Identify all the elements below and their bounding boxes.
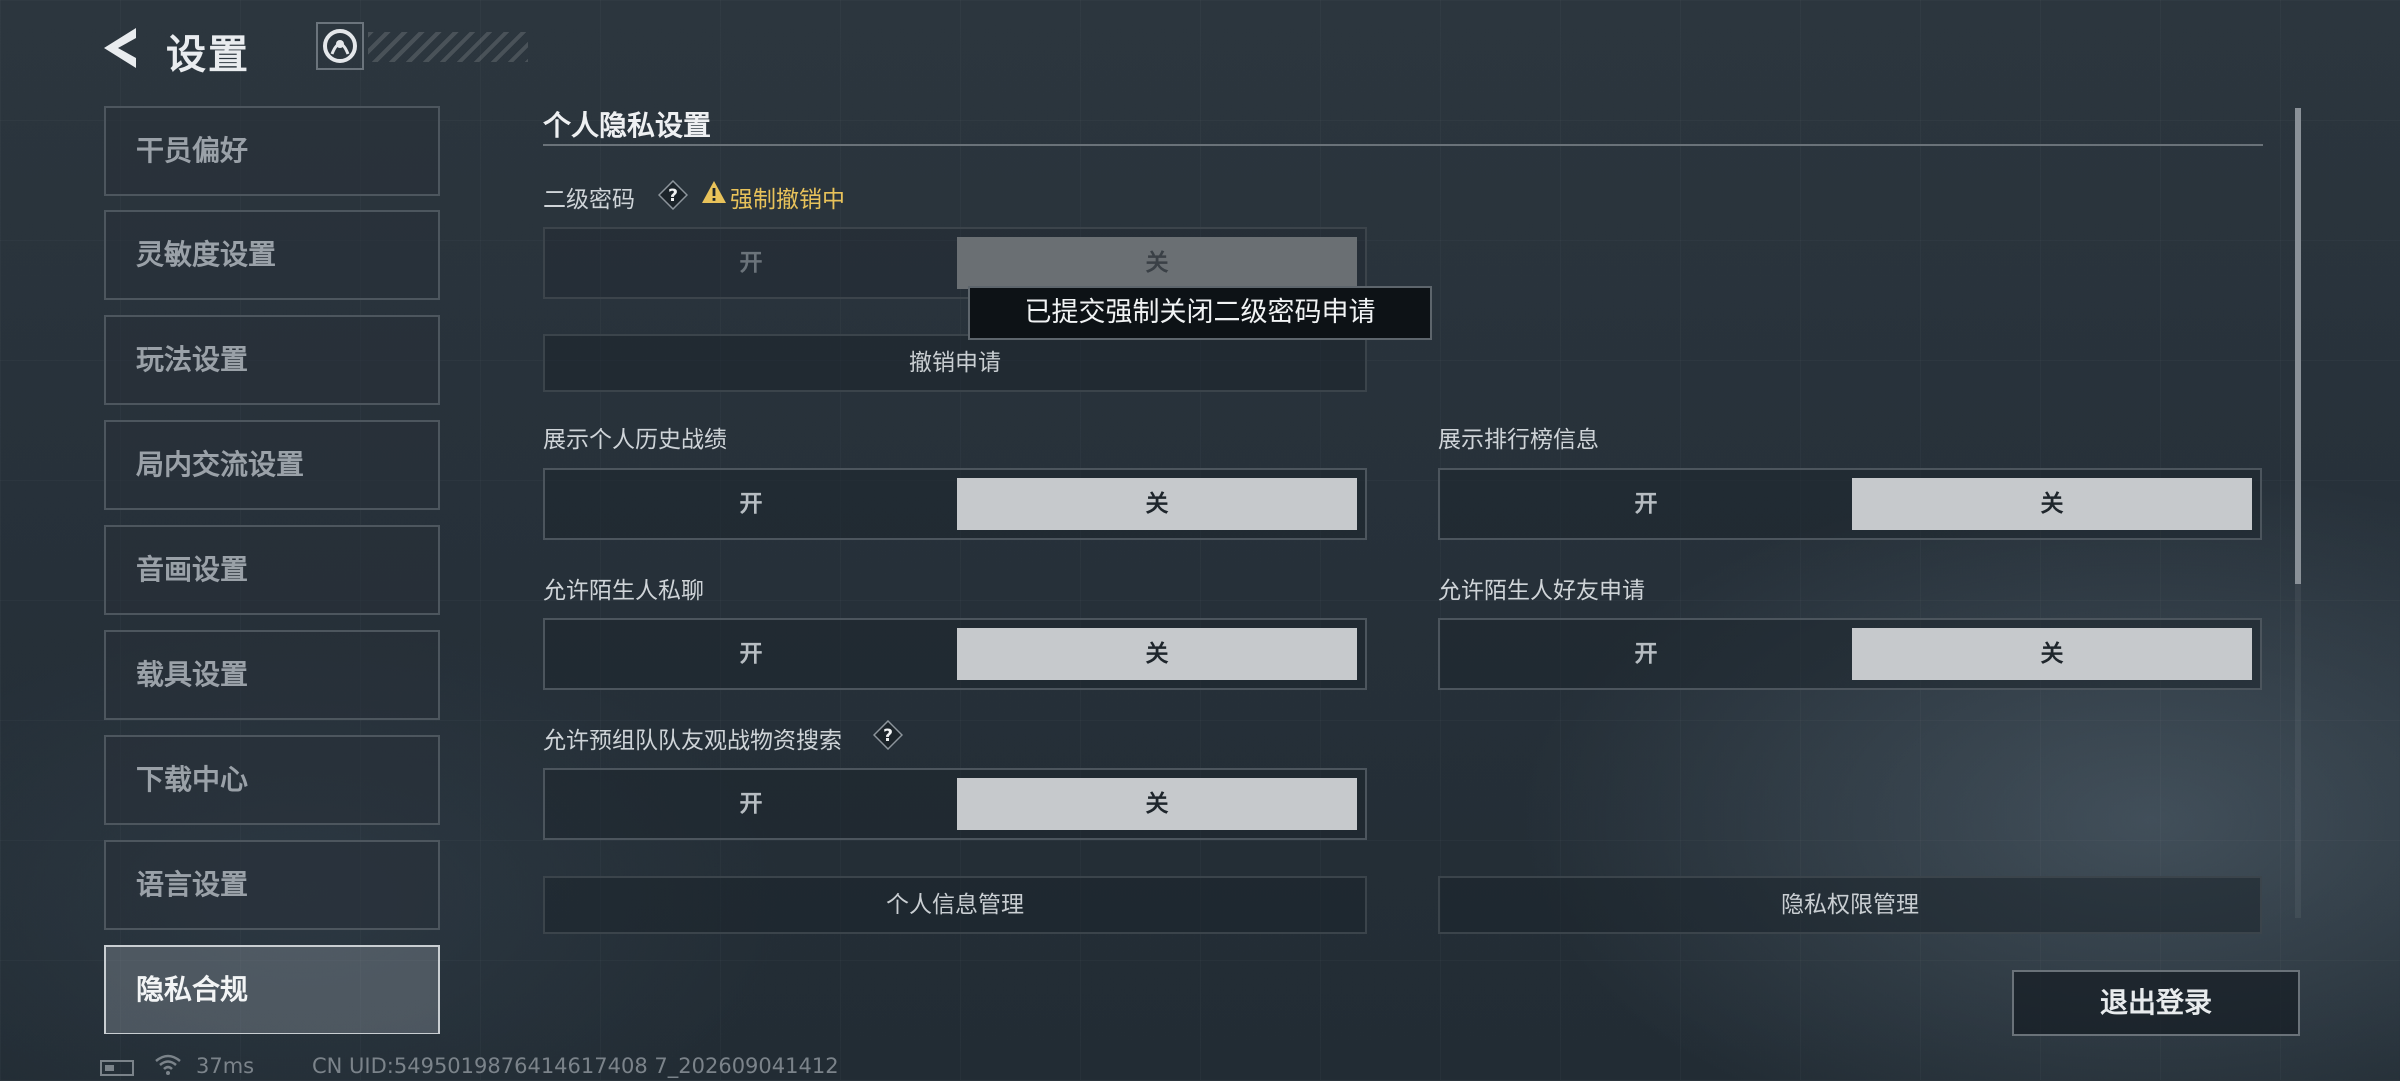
privacy-permissions-button[interactable]: 隐私权限管理: [1438, 876, 2262, 934]
logo-icon: [316, 22, 364, 70]
sidebar-item-download-center[interactable]: 下载中心: [104, 735, 440, 825]
sidebar-item-label: 载具设置: [136, 658, 249, 691]
back-arrow-icon[interactable]: [96, 22, 144, 74]
show-leaderboard-label: 展示排行榜信息: [1438, 427, 1599, 453]
toast-message: 已提交强制关闭二级密码申请: [968, 286, 1432, 340]
logout-button[interactable]: 退出登录: [2012, 970, 2300, 1036]
toggle-off-option[interactable]: 关: [1852, 628, 2252, 680]
stranger-friend-request-toggle: 开 关: [1438, 618, 2262, 690]
help-icon[interactable]: ?: [872, 719, 904, 751]
sidebar-item-vehicle[interactable]: 载具设置: [104, 630, 440, 720]
sidebar-item-label: 干员偏好: [136, 134, 249, 167]
toggle-on-option[interactable]: 开: [553, 237, 949, 289]
sidebar-item-gameplay[interactable]: 玩法设置: [104, 315, 440, 405]
sidebar: 干员偏好 灵敏度设置 玩法设置 局内交流设置 音画设置 载具设置 下载中心 语言…: [104, 106, 440, 1034]
sidebar-item-privacy-compliance[interactable]: 隐私合规: [104, 945, 440, 1034]
teammate-spectate-toggle: 开 关: [543, 768, 1367, 840]
sidebar-item-label: 隐私合规: [136, 973, 249, 1006]
personal-info-management-button[interactable]: 个人信息管理: [543, 876, 1367, 934]
toggle-on-option[interactable]: 开: [1448, 478, 1844, 530]
teammate-spectate-label: 允许预组队队友观战物资搜索: [543, 728, 842, 754]
show-history-label: 展示个人历史战绩: [543, 427, 727, 453]
scrollbar-thumb[interactable]: [2295, 108, 2301, 584]
toggle-off-option[interactable]: 关: [957, 478, 1357, 530]
sidebar-item-label: 局内交流设置: [136, 448, 305, 481]
ping-readout: 37ms: [196, 1054, 255, 1078]
svg-text:?: ?: [883, 726, 893, 746]
secondary-password-label: 二级密码: [543, 187, 635, 213]
help-icon[interactable]: ?: [657, 179, 689, 211]
toggle-on-option[interactable]: 开: [553, 628, 949, 680]
show-history-toggle: 开 关: [543, 468, 1367, 540]
stranger-chat-toggle: 开 关: [543, 618, 1367, 690]
toggle-off-option[interactable]: 关: [957, 628, 1357, 680]
toggle-off-option[interactable]: 关: [1852, 478, 2252, 530]
stranger-friend-request-label: 允许陌生人好友申请: [1438, 578, 1645, 604]
sidebar-item-audio-video[interactable]: 音画设置: [104, 525, 440, 615]
status-badge: 强制撤销中: [730, 187, 845, 213]
sidebar-item-label: 玩法设置: [136, 343, 249, 376]
wifi-icon: [154, 1052, 182, 1081]
warning-icon: [701, 180, 727, 207]
sidebar-item-in-game-communication[interactable]: 局内交流设置: [104, 420, 440, 510]
svg-text:?: ?: [668, 186, 678, 206]
toggle-off-option[interactable]: 关: [957, 237, 1357, 289]
show-leaderboard-toggle: 开 关: [1438, 468, 2262, 540]
toggle-on-option[interactable]: 开: [553, 778, 949, 830]
cancel-request-button[interactable]: 撤销申请: [543, 334, 1367, 392]
toggle-on-option[interactable]: 开: [553, 478, 949, 530]
stranger-chat-label: 允许陌生人私聊: [543, 578, 704, 604]
section-title: 个人隐私设置: [543, 109, 712, 142]
header-decoration: [368, 32, 528, 62]
sidebar-item-label: 音画设置: [136, 553, 249, 586]
sidebar-item-language[interactable]: 语言设置: [104, 840, 440, 930]
uid-readout: CN UID:5495019876414617408 7_20260904141…: [312, 1054, 839, 1078]
section-divider: [543, 144, 2263, 146]
sidebar-item-operator-preference[interactable]: 干员偏好: [104, 106, 440, 196]
sidebar-item-label: 下载中心: [136, 763, 249, 796]
battery-icon: [100, 1060, 134, 1076]
page-title: 设置: [166, 32, 250, 78]
toggle-on-option[interactable]: 开: [1448, 628, 1844, 680]
sidebar-item-label: 灵敏度设置: [136, 238, 277, 271]
sidebar-item-label: 语言设置: [136, 868, 249, 901]
toggle-off-option[interactable]: 关: [957, 778, 1357, 830]
sidebar-item-sensitivity[interactable]: 灵敏度设置: [104, 210, 440, 300]
